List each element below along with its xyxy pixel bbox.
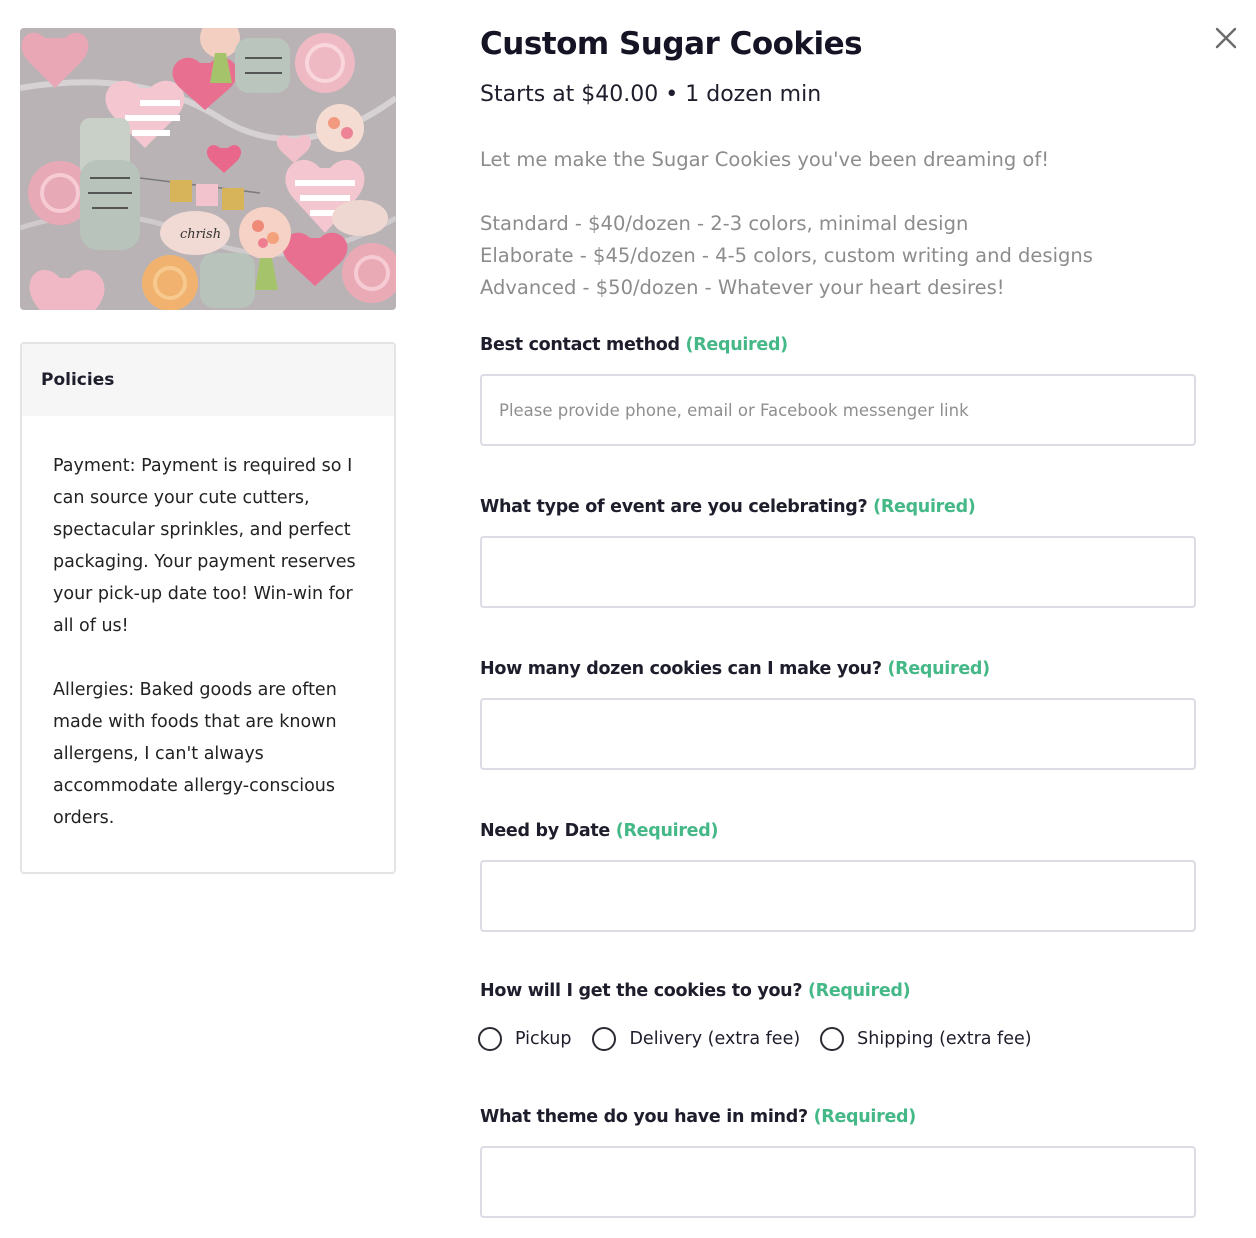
- product-price-subtitle: Starts at $40.00 • 1 dozen min: [480, 82, 822, 107]
- radio-option-shipping[interactable]: Shipping (extra fee): [820, 1027, 1032, 1051]
- event-type-label-text: What type of event are you celebrating?: [480, 497, 868, 517]
- dozen-count-label-text: How many dozen cookies can I make you?: [480, 659, 882, 679]
- theme-input[interactable]: [480, 1146, 1196, 1218]
- cookies-photo: chrish: [20, 28, 396, 310]
- radio-label-shipping: Shipping (extra fee): [857, 1029, 1032, 1049]
- radio-option-pickup[interactable]: Pickup: [478, 1027, 571, 1051]
- theme-label: What theme do you have in mind? (Require…: [480, 1107, 916, 1127]
- product-title: Custom Sugar Cookies: [480, 26, 863, 62]
- description-tier-advanced: Advanced - $50/dozen - Whatever your hea…: [480, 276, 1005, 299]
- radio-option-delivery[interactable]: Delivery (extra fee): [592, 1027, 800, 1051]
- required-tag: (Required): [873, 497, 976, 517]
- required-tag: (Required): [813, 1107, 917, 1127]
- contact-method-label-text: Best contact method: [480, 335, 680, 355]
- need-by-date-label: Need by Date (Required): [480, 821, 718, 841]
- policies-panel: Policies Payment: Payment is required so…: [20, 342, 396, 874]
- event-type-input[interactable]: [480, 536, 1196, 608]
- close-icon: [1215, 27, 1237, 49]
- policy-payment: Payment: Payment is required so I can so…: [53, 456, 356, 636]
- need-by-date-input[interactable]: [480, 860, 1196, 932]
- radio-label-pickup: Pickup: [515, 1029, 572, 1049]
- description-intro: Let me make the Sugar Cookies you've bee…: [480, 148, 1050, 171]
- need-by-date-label-text: Need by Date: [480, 821, 610, 841]
- description-tier-elaborate: Elaborate - $45/dozen - 4-5 colors, cust…: [480, 244, 1093, 267]
- required-tag: (Required): [887, 659, 990, 679]
- required-tag: (Required): [807, 981, 911, 1001]
- product-description: Let me make the Sugar Cookies you've bee…: [480, 144, 1200, 304]
- close-button[interactable]: [1212, 24, 1240, 52]
- required-tag: (Required): [685, 335, 789, 355]
- delivery-method-label-text: How will I get the cookies to you?: [480, 981, 803, 1001]
- radio-label-delivery: Delivery (extra fee): [629, 1029, 801, 1049]
- policies-heading: Policies: [22, 344, 394, 416]
- dozen-count-label: How many dozen cookies can I make you? (…: [480, 659, 990, 679]
- svg-text:chrish: chrish: [180, 227, 221, 242]
- description-tier-standard: Standard - $40/dozen - 2-3 colors, minim…: [480, 212, 969, 235]
- delivery-method-radio-group: Pickup Delivery (extra fee) Shipping (ex…: [478, 1027, 1032, 1051]
- dozen-count-input[interactable]: [480, 698, 1196, 770]
- contact-method-input[interactable]: [480, 374, 1196, 446]
- contact-method-label: Best contact method (Required): [480, 335, 788, 355]
- product-image: chrish: [20, 28, 396, 310]
- radio-button-delivery[interactable]: [592, 1027, 617, 1051]
- delivery-method-label: How will I get the cookies to you? (Requ…: [480, 981, 911, 1001]
- theme-label-text: What theme do you have in mind?: [480, 1107, 808, 1127]
- radio-button-pickup[interactable]: [478, 1027, 502, 1051]
- radio-button-shipping[interactable]: [820, 1027, 845, 1051]
- event-type-label: What type of event are you celebrating? …: [480, 497, 976, 517]
- policies-body: Payment: Payment is required so I can so…: [22, 416, 394, 834]
- policy-allergies: Allergies: Baked goods are often made wi…: [53, 680, 337, 828]
- required-tag: (Required): [615, 821, 719, 841]
